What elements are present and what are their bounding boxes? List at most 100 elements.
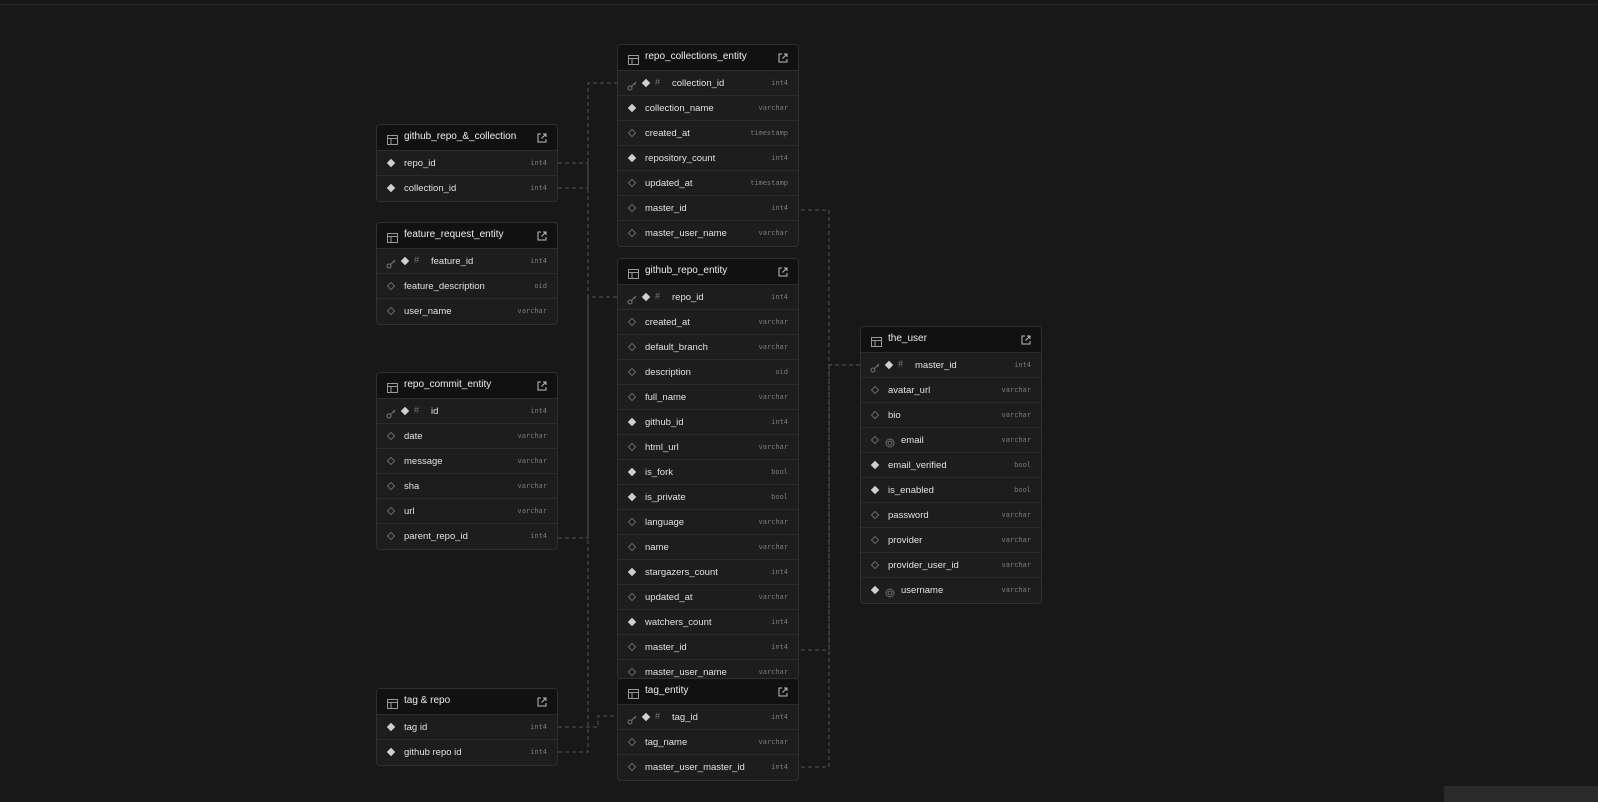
filled-diamond-icon bbox=[870, 485, 880, 495]
open-external-icon[interactable] bbox=[1020, 333, 1032, 345]
link-tag-to-user bbox=[801, 365, 830, 768]
table-repo-commit[interactable]: repo_commit_entity # id int4 date varchar mess… bbox=[376, 372, 558, 550]
column-row[interactable]: stargazers_count int4 bbox=[618, 560, 798, 585]
column-row[interactable]: is_private bool bbox=[618, 485, 798, 510]
hollow-diamond-icon bbox=[627, 642, 637, 652]
table-the-user[interactable]: the_user # master_id int4 avatar_url varchar b… bbox=[860, 326, 1042, 604]
column-row[interactable]: collection_name varchar bbox=[618, 96, 798, 121]
column-row[interactable]: github repo id int4 bbox=[377, 740, 557, 765]
column-type: int4 bbox=[530, 748, 547, 756]
table-tag[interactable]: tag_entity # tag_id int4 tag_name varchar mast… bbox=[617, 678, 799, 781]
column-row[interactable]: message varchar bbox=[377, 449, 557, 474]
column-row[interactable]: provider_user_id varchar bbox=[861, 553, 1041, 578]
table-tag-repo[interactable]: tag & repo tag id int4 github repo id int4 bbox=[376, 688, 558, 766]
column-row[interactable]: master_id int4 bbox=[618, 635, 798, 660]
table-header[interactable]: repo_collections_entity bbox=[618, 45, 798, 71]
column-row[interactable]: master_user_name varchar bbox=[618, 221, 798, 246]
table-header[interactable]: tag & repo bbox=[377, 689, 557, 715]
column-row[interactable]: parent_repo_id int4 bbox=[377, 524, 557, 549]
table-header[interactable]: github_repo_&_collection bbox=[377, 125, 557, 151]
column-row[interactable]: url varchar bbox=[377, 499, 557, 524]
column-row[interactable]: user_name varchar bbox=[377, 299, 557, 324]
open-external-icon[interactable] bbox=[777, 51, 789, 63]
column-row[interactable]: tag_name varchar bbox=[618, 730, 798, 755]
column-row[interactable]: # master_id int4 bbox=[861, 353, 1041, 378]
column-row[interactable]: # tag_id int4 bbox=[618, 705, 798, 730]
column-row[interactable]: repo_id int4 bbox=[377, 151, 557, 176]
column-row[interactable]: created_at varchar bbox=[618, 310, 798, 335]
column-name: avatar_url bbox=[888, 385, 931, 396]
filled-diamond-icon bbox=[386, 722, 396, 732]
column-row[interactable]: bio varchar bbox=[861, 403, 1041, 428]
open-external-icon[interactable] bbox=[536, 229, 548, 241]
table-repo-collections[interactable]: repo_collections_entity # collection_id int… bbox=[617, 44, 799, 247]
column-row[interactable]: default_branch varchar bbox=[618, 335, 798, 360]
column-name: watchers_count bbox=[645, 617, 712, 628]
column-type: varchar bbox=[758, 668, 788, 676]
column-name: full_name bbox=[645, 392, 687, 403]
column-row[interactable]: description oid bbox=[618, 360, 798, 385]
open-external-icon[interactable] bbox=[777, 265, 789, 277]
column-row[interactable]: # repo_id int4 bbox=[618, 285, 798, 310]
column-row[interactable]: # feature_id int4 bbox=[377, 249, 557, 274]
column-row[interactable]: email varchar bbox=[861, 428, 1041, 453]
table-header[interactable]: tag_entity bbox=[618, 679, 798, 705]
column-row[interactable]: tag id int4 bbox=[377, 715, 557, 740]
column-row[interactable]: language varchar bbox=[618, 510, 798, 535]
column-type: varchar bbox=[517, 507, 547, 515]
open-external-icon[interactable] bbox=[536, 131, 548, 143]
column-row[interactable]: updated_at timestamp bbox=[618, 171, 798, 196]
column-row[interactable]: watchers_count int4 bbox=[618, 610, 798, 635]
table-github-repo[interactable]: github_repo_entity # repo_id int4 created_at… bbox=[617, 258, 799, 680]
column-row[interactable]: repository_count int4 bbox=[618, 146, 798, 171]
column-row[interactable]: date varchar bbox=[377, 424, 557, 449]
column-name: collection_name bbox=[645, 103, 714, 114]
hash-icon: # bbox=[414, 405, 420, 415]
link-repo-to-user bbox=[801, 365, 830, 651]
column-type: varchar bbox=[1001, 436, 1031, 444]
column-row[interactable]: is_fork bool bbox=[618, 460, 798, 485]
hollow-diamond-icon bbox=[627, 203, 637, 213]
column-row[interactable]: feature_description oid bbox=[377, 274, 557, 299]
hollow-diamond-icon bbox=[627, 667, 637, 677]
table-header[interactable]: the_user bbox=[861, 327, 1041, 353]
column-row[interactable]: provider varchar bbox=[861, 528, 1041, 553]
column-row[interactable]: email_verified bool bbox=[861, 453, 1041, 478]
table-header[interactable]: feature_request_entity bbox=[377, 223, 557, 249]
column-row[interactable]: avatar_url varchar bbox=[861, 378, 1041, 403]
column-row[interactable]: updated_at varchar bbox=[618, 585, 798, 610]
table-header[interactable]: github_repo_entity bbox=[618, 259, 798, 285]
column-row[interactable]: sha varchar bbox=[377, 474, 557, 499]
open-external-icon[interactable] bbox=[777, 685, 789, 697]
column-row[interactable]: master_user_master_id int4 bbox=[618, 755, 798, 780]
column-row[interactable]: created_at timestamp bbox=[618, 121, 798, 146]
table-header[interactable]: repo_commit_entity bbox=[377, 373, 557, 399]
column-name: master_id bbox=[645, 203, 687, 214]
column-row[interactable]: name varchar bbox=[618, 535, 798, 560]
column-row[interactable]: # collection_id int4 bbox=[618, 71, 798, 96]
column-type: varchar bbox=[758, 738, 788, 746]
column-row[interactable]: master_id int4 bbox=[618, 196, 798, 221]
open-external-icon[interactable] bbox=[536, 379, 548, 391]
table-github-repo-collection[interactable]: github_repo_&_collection repo_id int4 colle… bbox=[376, 124, 558, 202]
column-name: tag id bbox=[404, 722, 428, 733]
column-name: master_user_master_id bbox=[645, 762, 745, 773]
table-feature-request[interactable]: feature_request_entity # feature_id int4 fea… bbox=[376, 222, 558, 325]
open-external-icon[interactable] bbox=[536, 695, 548, 707]
column-row[interactable]: username varchar bbox=[861, 578, 1041, 603]
column-row[interactable]: is_enabled bool bbox=[861, 478, 1041, 503]
column-type: int4 bbox=[771, 643, 788, 651]
column-row[interactable]: collection_id int4 bbox=[377, 176, 557, 201]
column-name: provider_user_id bbox=[888, 560, 959, 571]
column-row[interactable]: master_user_name varchar bbox=[618, 660, 798, 679]
column-type: bool bbox=[1014, 461, 1031, 469]
table-name: repo_commit_entity bbox=[404, 379, 492, 390]
column-row[interactable]: html_url varchar bbox=[618, 435, 798, 460]
column-name: email bbox=[901, 435, 924, 446]
column-row[interactable]: github_id int4 bbox=[618, 410, 798, 435]
column-type: varchar bbox=[1001, 411, 1031, 419]
column-row[interactable]: password varchar bbox=[861, 503, 1041, 528]
column-row[interactable]: full_name varchar bbox=[618, 385, 798, 410]
column-row[interactable]: # id int4 bbox=[377, 399, 557, 424]
hollow-diamond-icon bbox=[870, 510, 880, 520]
